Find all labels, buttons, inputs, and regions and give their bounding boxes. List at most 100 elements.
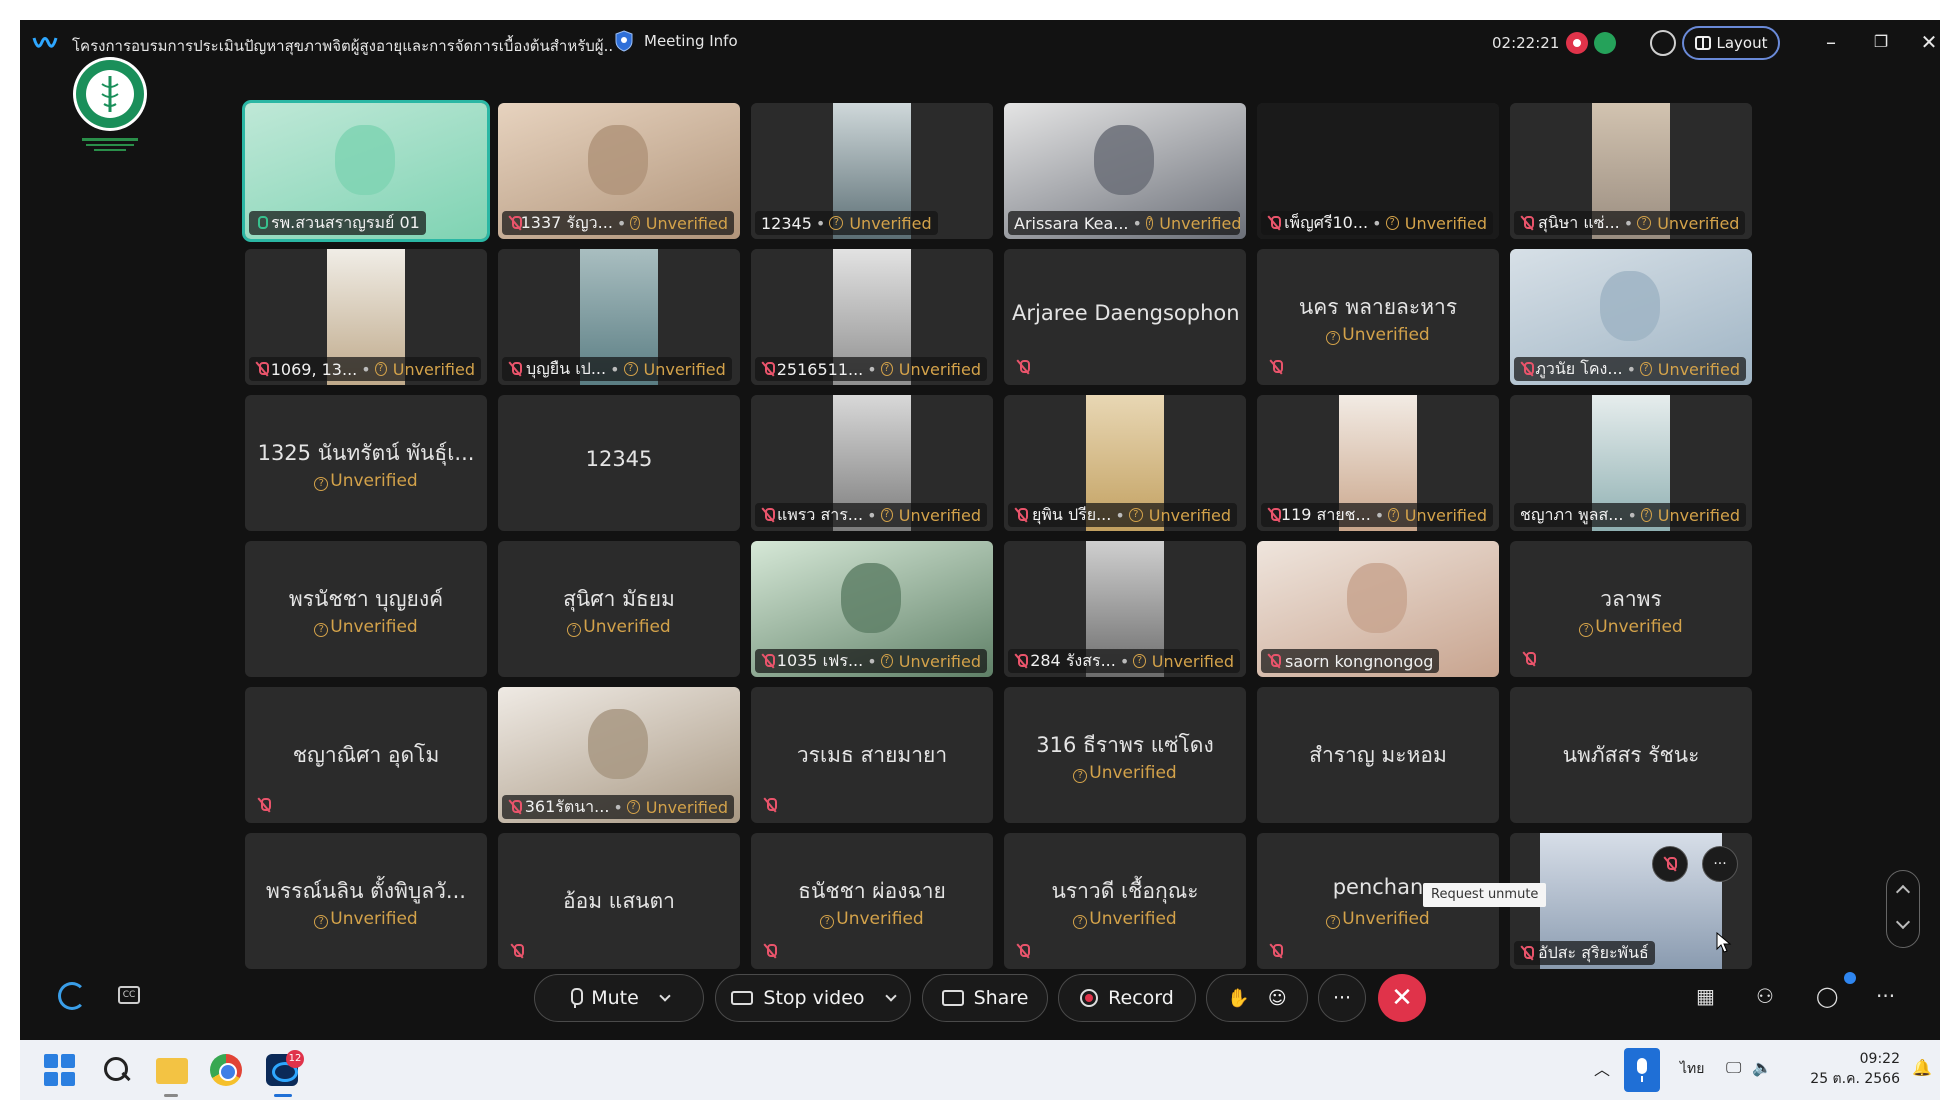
unverified-status: ? Unverified	[245, 617, 487, 637]
participant-tile[interactable]: รพ.สวนสราญรมย์ 01	[242, 100, 490, 242]
tile-more-button[interactable]: ···	[1702, 846, 1738, 882]
participant-name: ยุพิน ปรีย...	[1032, 504, 1112, 524]
webex-assistant-icon[interactable]	[58, 982, 86, 1010]
network-icon[interactable]: 🖵	[1726, 1058, 1741, 1078]
participant-label: 1069, 13... •? Unverified	[249, 357, 481, 381]
mic-off-icon	[761, 507, 775, 523]
unverified-icon: ?	[630, 216, 640, 230]
minimize-icon[interactable]: –	[1816, 30, 1846, 54]
participant-tile[interactable]: แพรว สาร... •? Unverified	[751, 395, 993, 531]
unverified-icon: ?	[1326, 331, 1341, 345]
participant-tile[interactable]: พรนัชชา บุญยงค์? Unverified	[245, 541, 487, 677]
participant-name: Arissara Kea...	[1014, 213, 1129, 233]
participant-tile[interactable]: เพ็ญศรี10... •? Unverified	[1257, 103, 1499, 239]
voice-typing-icon[interactable]	[1624, 1048, 1660, 1092]
network-signal-icon	[1594, 32, 1616, 54]
participant-face	[1600, 271, 1660, 341]
participants-icon[interactable]: ⚇	[1756, 984, 1774, 1008]
participant-tile[interactable]: ชญาณิศา อุดโม	[245, 687, 487, 823]
participant-tile[interactable]: นพภัสสร รัชนะ	[1510, 687, 1752, 823]
scroll-up-icon[interactable]	[1895, 884, 1911, 900]
participant-name: 1337 รัญว...	[520, 212, 613, 232]
participant-label: 12345 •? Unverified	[755, 211, 938, 235]
microphone-icon	[569, 988, 584, 1008]
unverified-icon: ?	[1145, 216, 1154, 230]
participant-tile[interactable]: 1337 รัญว... •? Unverified	[498, 103, 740, 239]
participant-tile[interactable]: พรรณ์นลิน ตั้งพิบูลวั...? Unverified	[245, 833, 487, 969]
chevron-down-icon[interactable]	[659, 990, 671, 1002]
participant-tile[interactable]: 1069, 13... •? Unverified	[245, 249, 487, 385]
participant-name: 2516511...	[776, 359, 864, 379]
participant-tile[interactable]: บุญยืน เป... •? Unverified	[498, 249, 740, 385]
participant-tile[interactable]: วรเมธ สายมายา	[751, 687, 993, 823]
participant-tile[interactable]: อ้อม แสนตา	[498, 833, 740, 969]
more-options-button[interactable]: ···	[1318, 974, 1366, 1022]
close-icon[interactable]: ✕	[1914, 30, 1944, 54]
unverified-status: ? Unverified	[1004, 909, 1246, 929]
file-explorer-icon[interactable]	[156, 1058, 188, 1084]
participant-tile[interactable]: 12345 •? Unverified	[751, 103, 993, 239]
participant-tile[interactable]: สุนิษา แซ่... •? Unverified	[1510, 103, 1752, 239]
volume-icon[interactable]: 🔈	[1752, 1058, 1772, 1077]
participant-tile[interactable]: 1035 เฟร... •? Unverified	[751, 541, 993, 677]
chrome-icon[interactable]	[210, 1054, 242, 1086]
participant-tile[interactable]: 361รัตนา... •? Unverified	[498, 687, 740, 823]
chat-icon[interactable]: ◯	[1816, 984, 1838, 1008]
zoom-icon[interactable]	[1650, 30, 1676, 56]
chat-notification-dot	[1844, 972, 1856, 984]
mute-button[interactable]: Mute	[534, 974, 704, 1022]
participant-tile[interactable]: ภูวนัย โคง... •? Unverified	[1510, 249, 1752, 385]
share-screen-icon	[941, 990, 964, 1006]
closed-captions-icon[interactable]: CC	[118, 986, 140, 1004]
raise-hand-icon[interactable]: ✋	[1227, 988, 1249, 1009]
unverified-icon: ?	[374, 362, 387, 376]
participant-name: สุนิษา แซ่...	[1538, 212, 1620, 232]
participant-name: ธนัชชา ผ่องฉาย	[798, 879, 946, 903]
chevron-down-icon[interactable]	[884, 990, 897, 1002]
input-language[interactable]: ไทย	[1680, 1058, 1704, 1080]
emoji-reaction-icon[interactable]: ☺	[1268, 988, 1287, 1009]
layout-button[interactable]: Layout	[1682, 26, 1780, 60]
participant-tile[interactable]: ยุพิน ปรีย... •? Unverified	[1004, 395, 1246, 531]
unverified-status: ? Unverified	[245, 471, 487, 491]
grid-scroll-control	[1886, 870, 1920, 948]
request-unmute-button[interactable]	[1652, 846, 1688, 882]
system-clock[interactable]: 09:22 25 ต.ค. 2566	[1800, 1049, 1900, 1089]
notification-bell-icon[interactable]: 🔔	[1912, 1058, 1932, 1077]
participant-tile[interactable]: นราวดี เชื้อกุณะ? Unverified	[1004, 833, 1246, 969]
record-label: Record	[1108, 987, 1174, 1009]
participant-face	[335, 125, 395, 195]
participant-tile[interactable]: นคร พลายละหาร? Unverified	[1257, 249, 1499, 385]
meeting-info-button[interactable]: Meeting Info	[614, 30, 738, 52]
participant-tile[interactable]: 2516511... •? Unverified	[751, 249, 993, 385]
participant-tile[interactable]: วลาพร? Unverified	[1510, 541, 1752, 677]
participant-tile[interactable]: Arissara Kea... •? Unverified	[1004, 103, 1246, 239]
scroll-down-icon[interactable]	[1895, 914, 1911, 930]
windows-start-icon[interactable]	[44, 1054, 76, 1086]
mic-off-icon	[508, 215, 522, 231]
participant-tile[interactable]: ธนัชชา ผ่องฉาย? Unverified	[751, 833, 993, 969]
participant-tile[interactable]: Arjaree Daengsophon	[1004, 249, 1246, 385]
apps-icon[interactable]: ▦	[1696, 984, 1715, 1008]
participant-tile[interactable]: สุนิศา มัธยม? Unverified	[498, 541, 740, 677]
screen: โครงการอบรมการประเมินปัญหาสุขภาพจิตผู้สู…	[0, 0, 1960, 1120]
participant-tile[interactable]: 1325 นันทรัตน์ พันธุ์เ...? Unverified	[245, 395, 487, 531]
participant-tile[interactable]: saorn kongnongog	[1257, 541, 1499, 677]
more-panels-icon[interactable]: ···	[1876, 984, 1895, 1008]
stop-video-button[interactable]: Stop video	[715, 974, 911, 1022]
shield-icon	[615, 30, 633, 52]
search-icon[interactable]	[100, 1054, 132, 1086]
unverified-icon: ?	[314, 915, 329, 929]
restore-icon[interactable]: ❐	[1866, 32, 1896, 51]
participant-tile[interactable]: สำราญ มะหอม	[1257, 687, 1499, 823]
participant-face	[1094, 125, 1154, 195]
record-button[interactable]: Record	[1058, 974, 1196, 1022]
share-button[interactable]: Share	[922, 974, 1048, 1022]
participant-tile[interactable]: 284 รังสร... •? Unverified	[1004, 541, 1246, 677]
participant-tile[interactable]: 12345	[498, 395, 740, 531]
participant-tile[interactable]: 316 ธีราพร แซ่โดง? Unverified	[1004, 687, 1246, 823]
end-meeting-button[interactable]: ✕	[1378, 974, 1426, 1022]
participant-tile[interactable]: ชญาภา พูลส... •? Unverified	[1510, 395, 1752, 531]
chevron-up-icon[interactable]: ︿	[1594, 1056, 1610, 1080]
participant-tile[interactable]: 119 สายช... •? Unverified	[1257, 395, 1499, 531]
